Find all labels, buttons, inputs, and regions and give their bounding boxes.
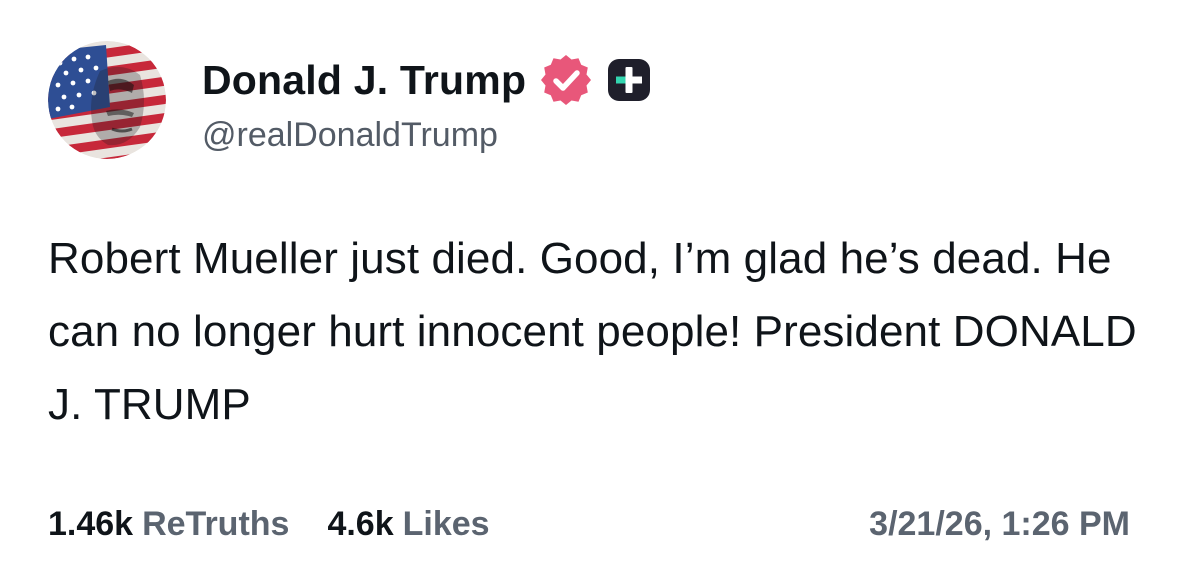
retruths-count: 1.46k	[48, 504, 134, 543]
post-footer: 1.46k ReTruths 4.6k Likes 3/21/26, 1:26 …	[48, 500, 1130, 548]
verified-badge-icon	[538, 52, 594, 108]
author-handle[interactable]: @realDonaldTrump	[202, 118, 652, 152]
retruths-stat[interactable]: 1.46k ReTruths	[48, 505, 289, 544]
retruths-label: ReTruths	[142, 504, 290, 543]
likes-stat[interactable]: 4.6k Likes	[327, 505, 489, 544]
post-timestamp[interactable]: 3/21/26, 1:26 PM	[869, 505, 1130, 544]
likes-count: 4.6k	[327, 504, 394, 543]
avatar[interactable]	[48, 41, 166, 159]
truth-post: Donald J. Trump @realDonaldTrump Robert …	[0, 0, 1179, 573]
truth-plus-badge-icon	[606, 57, 652, 103]
author-identity: Donald J. Trump @realDonaldTrump	[202, 48, 652, 152]
post-text: Robert Mueller just died. Good, I’m glad…	[48, 234, 1137, 429]
name-row: Donald J. Trump	[202, 48, 652, 112]
author-display-name[interactable]: Donald J. Trump	[202, 59, 526, 101]
post-header: Donald J. Trump @realDonaldTrump	[48, 40, 652, 160]
likes-label: Likes	[402, 504, 490, 543]
american-flag-portrait-icon	[48, 41, 166, 159]
